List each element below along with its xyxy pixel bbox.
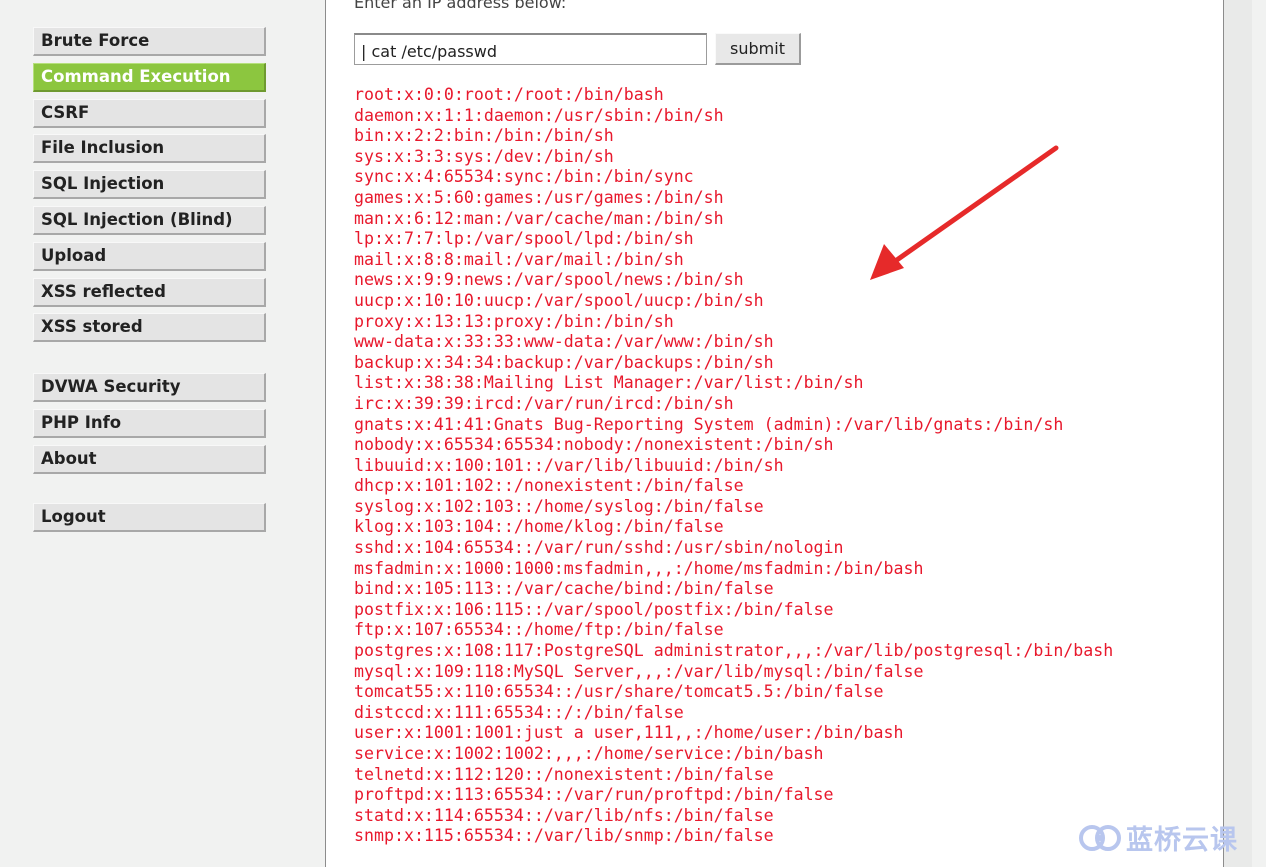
menu-item-sql-injection-blind[interactable]: SQL Injection (Blind) [33,205,266,235]
output-line: backup:x:34:34:backup:/var/backups:/bin/… [354,352,774,372]
output-line: tomcat55:x:110:65534::/usr/share/tomcat5… [354,682,884,702]
sidebar: Brute Force Command Execution CSRF File … [0,0,325,867]
output-line: distccd:x:111:65534::/:/bin/false [354,702,684,722]
menu-group-vulnerabilities: Brute Force Command Execution CSRF File … [33,27,266,349]
output-line: dhcp:x:101:102::/nonexistent:/bin/false [354,476,744,496]
output-line: nobody:x:65534:65534:nobody:/nonexistent… [354,435,834,455]
submit-button[interactable]: submit [715,33,801,65]
output-line: klog:x:103:104::/home/klog:/bin/false [354,517,724,537]
menu-item-xss-stored[interactable]: XSS stored [33,313,266,343]
output-line: statd:x:114:65534::/var/lib/nfs:/bin/fal… [354,805,774,825]
main-content: Enter an IP address below: submit root:x… [325,0,1224,867]
output-line: user:x:1001:1001:just a user,111,,:/home… [354,723,904,743]
output-line: telnetd:x:112:120::/nonexistent:/bin/fal… [354,764,774,784]
output-line: gnats:x:41:41:Gnats Bug-Reporting System… [354,414,1064,434]
output-line: sys:x:3:3:sys:/dev:/bin/sh [354,146,614,166]
ip-input[interactable] [354,33,707,65]
output-line: sync:x:4:65534:sync:/bin:/bin/sync [354,167,694,187]
output-line: libuuid:x:100:101::/var/lib/libuuid:/bin… [354,455,784,475]
output-line: man:x:6:12:man:/var/cache/man:/bin/sh [354,208,724,228]
output-line: www-data:x:33:33:www-data:/var/www:/bin/… [354,332,774,352]
output-line: sshd:x:104:65534::/var/run/sshd:/usr/sbi… [354,538,844,558]
menu-item-xss-reflected[interactable]: XSS reflected [33,277,266,307]
output-line: lp:x:7:7:lp:/var/spool/lpd:/bin/sh [354,229,694,249]
menu-item-file-inclusion[interactable]: File Inclusion [33,134,266,164]
menu-item-sql-injection[interactable]: SQL Injection [33,170,266,200]
output-line: list:x:38:38:Mailing List Manager:/var/l… [354,373,864,393]
menu-item-logout[interactable]: Logout [33,503,266,532]
output-line: service:x:1002:1002:,,,:/home/service:/b… [354,744,824,763]
menu-item-dvwa-security[interactable]: DVWA Security [33,373,266,402]
output-line: proftpd:x:113:65534::/var/run/proftpd:/b… [354,785,834,805]
output-line: postgres:x:108:117:PostgreSQL administra… [354,641,1114,661]
output-line: irc:x:39:39:ircd:/var/run/ircd:/bin/sh [354,393,734,413]
output-line: games:x:5:60:games:/usr/games:/bin/sh [354,187,724,207]
output-line: bind:x:105:113::/var/cache/bind:/bin/fal… [354,579,774,599]
output-line: daemon:x:1:1:daemon:/usr/sbin:/bin/sh [354,105,724,125]
ip-prompt-label: Enter an IP address below: [354,0,567,12]
command-output: root:x:0:0:root:/root:/bin/bash daemon:x:… [354,85,1113,847]
menu-item-brute-force[interactable]: Brute Force [33,27,266,56]
menu-group-settings: DVWA Security PHP Info About [33,373,266,480]
output-line: mysql:x:109:118:MySQL Server,,,:/var/lib… [354,661,924,681]
output-line: postfix:x:106:115::/var/spool/postfix:/b… [354,599,834,619]
output-line: bin:x:2:2:bin:/bin:/bin/sh [354,126,614,146]
menu-group-session: Logout [33,503,266,539]
output-line: snmp:x:115:65534::/var/lib/snmp:/bin/fal… [354,826,774,846]
output-line: mail:x:8:8:mail:/var/mail:/bin/sh [354,249,684,269]
menu-item-php-info[interactable]: PHP Info [33,408,266,438]
output-line: uucp:x:10:10:uucp:/var/spool/uucp:/bin/s… [354,290,764,310]
output-line: news:x:9:9:news:/var/spool/news:/bin/sh [354,270,744,290]
output-line: ftp:x:107:65534::/home/ftp:/bin/false [354,620,724,640]
output-line: msfadmin:x:1000:1000:msfadmin,,,:/home/m… [354,558,924,578]
menu-item-about[interactable]: About [33,444,266,474]
output-line: syslog:x:102:103::/home/syslog:/bin/fals… [354,496,764,516]
right-margin [1224,0,1252,867]
menu-item-upload[interactable]: Upload [33,241,266,271]
menu-item-command-execution[interactable]: Command Execution [33,62,266,92]
output-line: proxy:x:13:13:proxy:/bin:/bin/sh [354,311,674,331]
menu-item-csrf[interactable]: CSRF [33,98,266,128]
output-line: root:x:0:0:root:/root:/bin/bash [354,85,664,104]
